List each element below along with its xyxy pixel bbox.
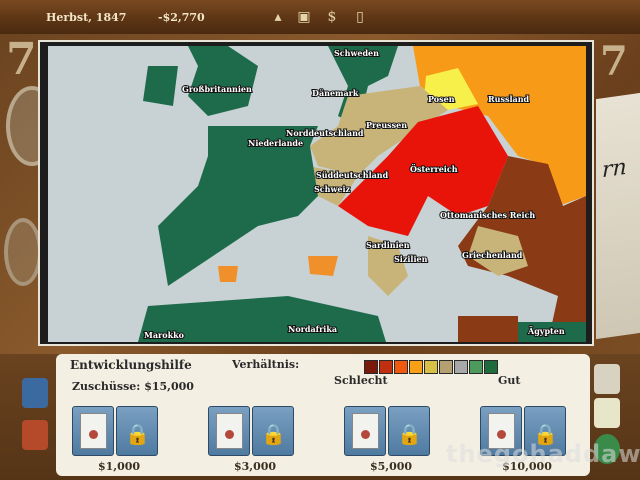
label-sueddeutschland: Süddeutschland [316, 170, 389, 180]
label-posen: Posen [428, 94, 455, 104]
finance-icon[interactable]: $ [324, 7, 340, 27]
region-spain-orange [308, 256, 338, 276]
label-preussen: Preussen [366, 120, 407, 130]
label-marokko: Marokko [144, 330, 185, 340]
notes-icon[interactable] [594, 398, 620, 428]
magnifier-glass-icon [4, 218, 42, 286]
parliament-icon[interactable]: ▣ [296, 7, 312, 27]
scale-right-label: Gut [498, 374, 521, 387]
aid-price-3: $5,000 [369, 460, 413, 473]
briefcase-icon[interactable] [22, 420, 48, 450]
watermark: thegohaddaws [446, 440, 640, 468]
europe-map[interactable]: Großbritannien Schweden Dänemark Russlan… [38, 40, 594, 346]
label-russland: Russland [488, 94, 530, 104]
label-grossbritannien: Großbritannien [182, 84, 252, 94]
map-canvas[interactable]: Großbritannien Schweden Dänemark Russlan… [48, 46, 586, 342]
lock-icon: 🔒 [261, 422, 286, 446]
advisor-icon[interactable]: ▴ [270, 7, 286, 27]
region-ottoman-south [458, 316, 518, 342]
label-schweiz: Schweiz [314, 184, 350, 194]
label-sardinien: Sardinien [366, 240, 410, 250]
label-sizilien: Sizilien [394, 254, 428, 264]
info-icon[interactable] [22, 378, 48, 408]
relation-swatch-4 [409, 360, 423, 374]
relation-swatch-1 [364, 360, 378, 374]
relation-swatch-2 [379, 360, 393, 374]
label-aegypten: Ägypten [527, 326, 565, 336]
scale-left-label: Schlecht [334, 374, 388, 387]
trade-icon[interactable]: ▯ [352, 7, 368, 27]
date-display: Herbst, 1847 [46, 11, 127, 24]
label-nordafrika: Nordafrika [288, 324, 337, 334]
relation-swatch-8 [469, 360, 483, 374]
aid-lock-card-3[interactable]: 🔒 [388, 406, 430, 456]
lock-icon: 🔒 [125, 422, 150, 446]
label-oesterreich: Österreich [410, 164, 458, 174]
newspaper-icon[interactable]: rn [596, 92, 640, 340]
label-griechenland: Griechenland [462, 250, 523, 260]
aid-price-1: $1,000 [97, 460, 141, 473]
label-ottomanisches-reich: Ottomanisches Reich [440, 210, 535, 220]
panel-title: Entwicklungshilfe [70, 358, 192, 372]
logo-seven-icon: 7 [6, 34, 37, 85]
relation-swatch-5 [424, 360, 438, 374]
relation-swatch-7 [454, 360, 468, 374]
label-niederlande: Niederlande [248, 138, 303, 148]
aid-lock-card-2[interactable]: 🔒 [252, 406, 294, 456]
aid-price-2: $3,000 [233, 460, 277, 473]
label-schweden: Schweden [334, 48, 379, 58]
relation-swatch-9 [484, 360, 498, 374]
relation-swatch-3 [394, 360, 408, 374]
scroll-icon[interactable] [594, 364, 620, 394]
aid-lock-card-1[interactable]: 🔒 [116, 406, 158, 456]
label-norddeutschland: Norddeutschland [286, 128, 364, 138]
region-portugal-orange [218, 266, 238, 282]
aid-document-card-3[interactable] [344, 406, 386, 456]
aid-document-card-1[interactable] [72, 406, 114, 456]
money-display: -$2,770 [158, 11, 205, 24]
lock-icon: 🔒 [397, 422, 422, 446]
logo-seven-icon-right: 7 [600, 38, 628, 85]
label-daenemark: Dänemark [312, 88, 359, 98]
aid-document-card-2[interactable] [208, 406, 250, 456]
subsidy-label: Zuschüsse: $15,000 [72, 380, 194, 393]
ratio-label: Verhältnis: [232, 358, 300, 371]
region-ireland [143, 66, 178, 106]
relation-swatch-6 [439, 360, 453, 374]
